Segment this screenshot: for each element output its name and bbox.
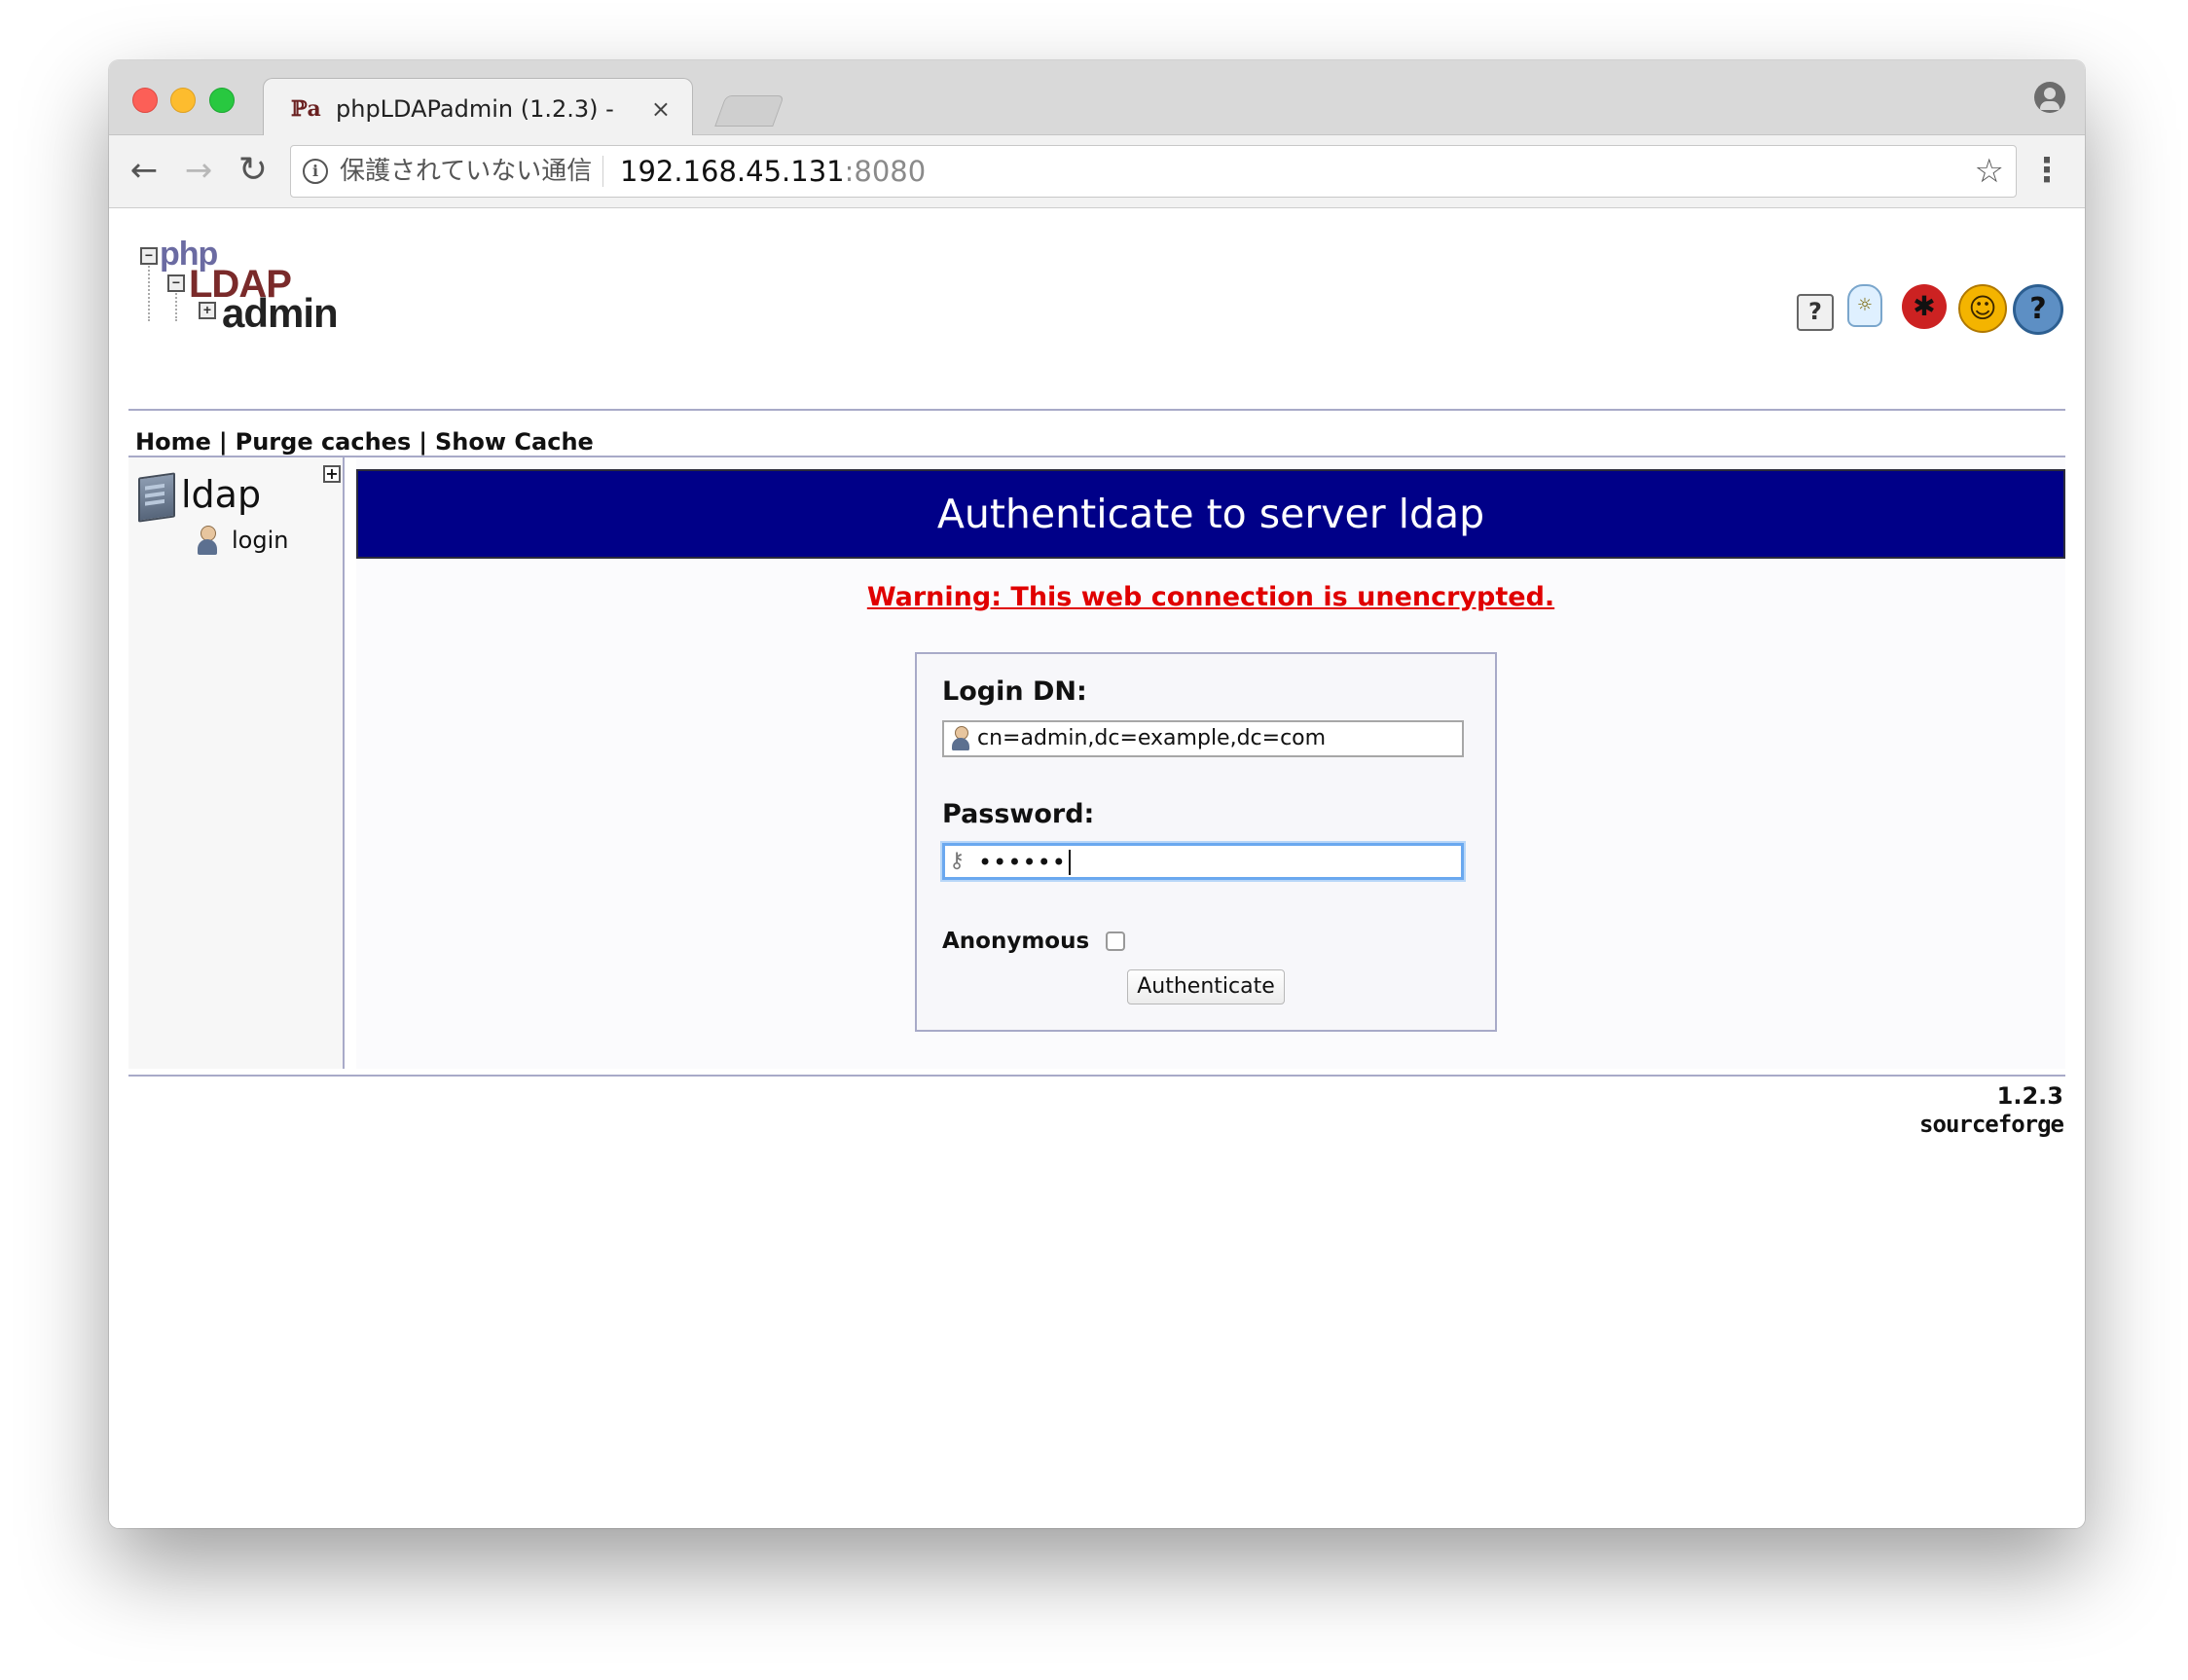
forward-button[interactable]: → — [177, 149, 220, 192]
unencrypted-warning: Warning: This web connection is unencryp… — [866, 582, 1555, 612]
header-divider — [128, 409, 2065, 411]
authenticate-button[interactable]: Authenticate — [1127, 969, 1285, 1004]
window-close-button[interactable] — [132, 88, 158, 113]
browser-titlebar: ℙa phpLDAPadmin (1.2.3) - × — [109, 60, 2085, 137]
browser-window: ℙa phpLDAPadmin (1.2.3) - × ← → ↻ i 保護され… — [109, 60, 2085, 1528]
phpldapadmin-favicon-icon: ℙa — [291, 96, 321, 122]
anonymous-label: Anonymous — [942, 929, 1090, 954]
bookmark-star-icon[interactable]: ☆ — [1975, 150, 2004, 193]
question-icon[interactable]: ? — [2013, 284, 2063, 335]
phpldapadmin-logo: − − + php LDAP admin — [136, 236, 339, 336]
password-input[interactable]: ⚷ •••••• — [942, 843, 1464, 880]
tree-server-name[interactable]: ldap — [181, 467, 261, 522]
address-bar[interactable]: i 保護されていない通信 192.168.45.131:8080 ☆ — [290, 145, 2017, 198]
browser-tab-phpldapadmin[interactable]: ℙa phpLDAPadmin (1.2.3) - × — [263, 78, 693, 137]
profile-icon[interactable] — [2034, 82, 2065, 113]
text-caret — [1068, 850, 1071, 875]
window-maximize-button[interactable] — [209, 88, 235, 113]
key-icon: ⚷ — [949, 849, 966, 873]
lightbulb-icon[interactable]: ☼ — [1847, 284, 1882, 327]
login-dn-input[interactable]: cn=admin,dc=example,dc=com — [942, 720, 1464, 757]
authentication-title: Authenticate to server ldap — [356, 469, 2065, 559]
browser-toolbar: ← → ↻ i 保護されていない通信 192.168.45.131:8080 ☆… — [109, 135, 2085, 208]
tree-login-link[interactable]: login — [232, 524, 288, 557]
menu-separator: | — [218, 428, 228, 456]
browser-menu-icon[interactable]: ⋮ — [2030, 149, 2063, 192]
url-host: 192.168.45.131 — [620, 155, 845, 188]
logo-collapse-box-2: − — [167, 274, 185, 292]
bug-icon[interactable]: ✱ — [1902, 284, 1947, 329]
anonymous-checkbox[interactable] — [1106, 931, 1125, 951]
login-dn-value: cn=admin,dc=example,dc=com — [977, 726, 1327, 750]
header-icon-bar: ? ☼ ✱ ☺ ? — [1797, 284, 2063, 335]
new-tab-button[interactable] — [714, 95, 784, 127]
back-button[interactable]: ← — [123, 149, 165, 192]
user-icon — [950, 726, 971, 751]
tab-close-icon[interactable]: × — [651, 92, 671, 126]
menu-show-cache-link[interactable]: Show Cache — [435, 428, 594, 456]
server-icon — [138, 472, 175, 523]
version-text: 1.2.3 — [1996, 1082, 2063, 1110]
footer-divider — [128, 1075, 2065, 1077]
info-icon[interactable]: i — [303, 159, 328, 184]
login-user-icon — [195, 526, 220, 555]
tab-title: phpLDAPadmin (1.2.3) - — [336, 95, 614, 123]
page-viewport: − − + php LDAP admin ? ☼ ✱ ☺ ? Home | Purg… — [109, 208, 2085, 1528]
login-dn-label: Login DN: — [942, 676, 1087, 707]
password-masked-text: •••••• — [978, 849, 1067, 876]
menu-home-link[interactable]: Home — [135, 428, 211, 456]
url-text[interactable]: 192.168.45.131:8080 — [620, 146, 926, 197]
security-status: 保護されていない通信 — [340, 157, 593, 186]
password-label: Password: — [942, 799, 1095, 829]
logo-admin-text: admin — [222, 290, 339, 336]
address-separator — [602, 156, 603, 187]
logo-collapse-box-1: − — [140, 247, 158, 265]
password-value: •••••• — [978, 846, 1071, 879]
window-minimize-button[interactable] — [170, 88, 196, 113]
main-content: Authenticate to server ldap Warning: Thi… — [356, 457, 2065, 1069]
url-port: :8080 — [844, 155, 927, 188]
menu-separator: | — [419, 428, 428, 456]
help-icon[interactable]: ? — [1797, 294, 1834, 331]
menu-purge-caches-link[interactable]: Purge caches — [236, 428, 412, 456]
server-tree-panel: + ldap login — [128, 457, 345, 1069]
login-form: Login DN: cn=admin,dc=example,dc=com Pas… — [915, 652, 1497, 1032]
tree-expand-icon[interactable]: + — [323, 465, 341, 483]
sourceforge-logo[interactable]: sourceforge — [1919, 1110, 2064, 1139]
smile-icon[interactable]: ☺ — [1958, 284, 2007, 333]
reload-button[interactable]: ↻ — [232, 149, 274, 192]
